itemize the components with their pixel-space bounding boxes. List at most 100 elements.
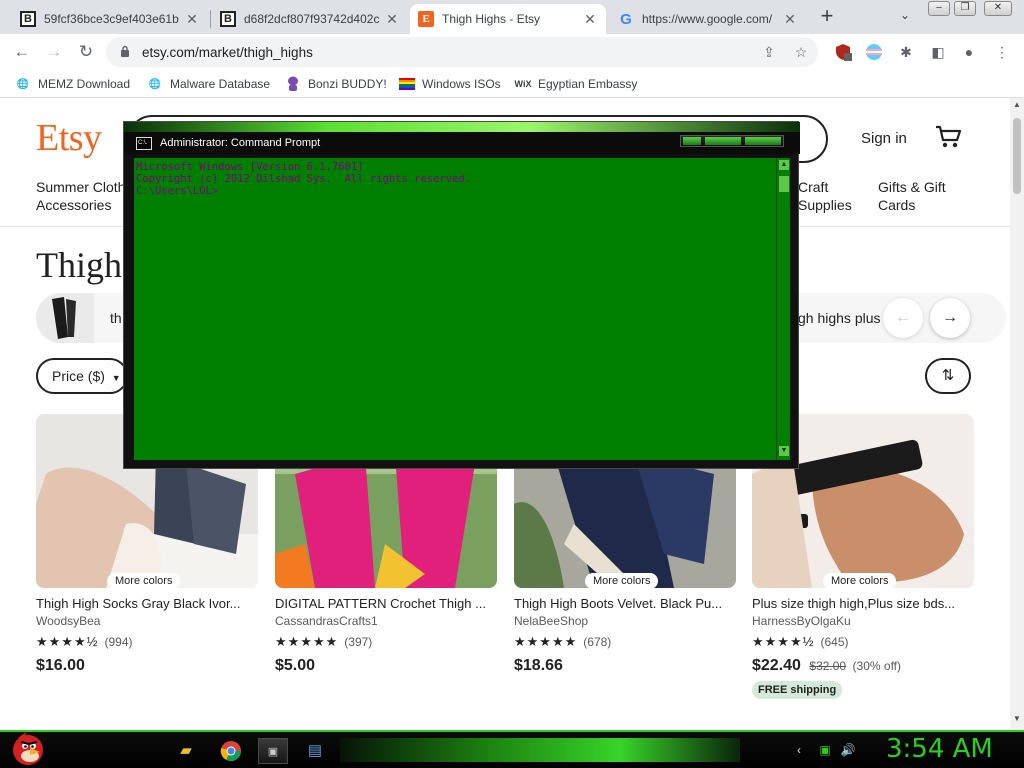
- taskbar-glow: [340, 738, 740, 762]
- side-panel-icon[interactable]: ◧: [929, 43, 947, 61]
- category-label: Summer Cloth: [36, 179, 126, 195]
- product-title[interactable]: DIGITAL PATTERN Crochet Thigh ...: [275, 596, 497, 611]
- console-output[interactable]: Microsoft Windows [Version 6.1.7601] Copy…: [134, 158, 776, 460]
- cmd-title-bar[interactable]: C:\. Administrator: Command Prompt: [124, 132, 800, 154]
- category-label: Cards: [878, 197, 916, 213]
- globe-icon: 🌐: [16, 78, 30, 90]
- command-prompt-taskbar-icon[interactable]: ▣: [258, 738, 288, 764]
- related-search-right[interactable]: gh highs plus: [798, 310, 881, 326]
- puzzle-icon[interactable]: ✱: [897, 43, 915, 61]
- category-summer-clothing[interactable]: Summer Cloth Accessories: [36, 178, 125, 214]
- bookmark-label: Egyptian Embassy: [538, 77, 638, 91]
- start-button-angry-bird-icon[interactable]: [8, 728, 48, 768]
- close-icon[interactable]: ✕: [782, 11, 798, 28]
- tab-strip: B 59fcf36bce3c9ef403e61b ✕ B d68f2dcf807…: [0, 0, 1024, 34]
- command-prompt-window[interactable]: C:\. Administrator: Command Prompt Micro…: [123, 121, 800, 469]
- bookmark-malware-database[interactable]: 🌐 Malware Database: [147, 75, 270, 93]
- scroll-up-arrow-icon[interactable]: ▲: [779, 160, 789, 170]
- shop-name[interactable]: HarnessByOlgaKu: [752, 614, 974, 628]
- bookmark-memz[interactable]: 🌐 MEMZ Download: [15, 75, 130, 93]
- scroll-up-arrow-icon[interactable]: ▲: [1012, 100, 1022, 109]
- b-icon: B: [20, 11, 36, 27]
- volume-icon[interactable]: 🔊: [840, 742, 856, 758]
- network-icon[interactable]: ▣: [817, 742, 833, 758]
- product-title[interactable]: Thigh High Boots Velvet. Black Pu...: [514, 596, 736, 611]
- tab-2[interactable]: B d68f2dcf807f93742d402c ✕: [212, 4, 408, 34]
- profile-icon[interactable]: ●: [960, 43, 978, 61]
- scrollbar-thumb[interactable]: [779, 176, 789, 192]
- back-arrow-icon[interactable]: ←: [11, 41, 33, 63]
- sort-icon[interactable]: ⇅: [925, 358, 971, 394]
- tab-3-active[interactable]: E Thigh Highs - Etsy ✕: [410, 4, 606, 34]
- tab-1[interactable]: B 59fcf36bce3c9ef403e61b ✕: [12, 4, 208, 34]
- tray-arrow-icon[interactable]: ‹: [791, 742, 807, 758]
- related-search-thumbnail[interactable]: [36, 293, 94, 343]
- forward-arrow-icon[interactable]: →: [43, 41, 65, 63]
- product-title[interactable]: Plus size thigh high,Plus size bds...: [752, 596, 974, 611]
- bookmark-windows-isos[interactable]: Windows ISOs: [399, 75, 501, 93]
- cmd-window-buttons: [680, 135, 784, 147]
- shop-name[interactable]: NelaBeeShop: [514, 614, 736, 628]
- cmd-maximize-button[interactable]: [705, 137, 741, 145]
- scroll-left-arrow-icon[interactable]: ←: [883, 298, 923, 338]
- etsy-logo[interactable]: Etsy: [36, 116, 102, 160]
- scroll-down-arrow-icon[interactable]: ▼: [1012, 714, 1022, 723]
- close-icon[interactable]: ✕: [582, 11, 598, 28]
- new-tab-button[interactable]: +: [816, 5, 838, 29]
- star-rating-icon: ★★★★½: [36, 634, 99, 649]
- scroll-right-arrow-icon[interactable]: →: [930, 298, 970, 338]
- category-label: Gifts & Gift: [878, 179, 946, 195]
- category-craft-supplies[interactable]: Craft Supplies: [798, 178, 852, 214]
- scroll-down-arrow-icon[interactable]: ▼: [779, 446, 789, 456]
- sign-in-link[interactable]: Sign in: [861, 130, 907, 147]
- bookmark-bonzi-buddy[interactable]: Bonzi BUDDY!: [285, 75, 387, 93]
- bookmark-egyptian-embassy[interactable]: WiX Egyptian Embassy: [514, 75, 638, 93]
- window-glow-border: [124, 122, 800, 132]
- shield-extension-icon[interactable]: [834, 43, 852, 61]
- category-gifts-gift-cards[interactable]: Gifts & Gift Cards: [878, 178, 946, 214]
- cmd-close-button[interactable]: [745, 137, 781, 145]
- tab-divider: [210, 10, 211, 28]
- share-icon[interactable]: ⇪: [760, 43, 778, 61]
- page-scrollbar[interactable]: ▲ ▼: [1010, 98, 1024, 730]
- minimize-button[interactable]: –: [928, 1, 950, 16]
- star-rating-icon: ★★★★★: [275, 634, 339, 649]
- scrollbar-thumb[interactable]: [1013, 118, 1021, 194]
- chevron-down-icon[interactable]: ⌄: [896, 8, 914, 26]
- close-icon[interactable]: ✕: [184, 11, 200, 28]
- close-icon[interactable]: ✕: [384, 11, 400, 28]
- folder-icon[interactable]: ▰: [171, 738, 201, 764]
- close-window-button[interactable]: ✕: [984, 1, 1012, 16]
- cart-icon[interactable]: [934, 124, 962, 150]
- price-filter-label: Price ($): [52, 368, 105, 384]
- b-icon: B: [220, 11, 236, 27]
- star-rating-icon: ★★★★★: [514, 634, 578, 649]
- cmd-scrollbar[interactable]: ▲ ▼: [776, 158, 790, 460]
- cmd-minimize-button[interactable]: [683, 137, 701, 145]
- related-search-left[interactable]: th: [110, 310, 122, 326]
- url-text[interactable]: etsy.com/market/thigh_highs: [142, 45, 313, 60]
- shop-name[interactable]: WoodsyBea: [36, 614, 258, 628]
- clock[interactable]: 3:54 AM: [886, 734, 993, 764]
- star-icon[interactable]: ☆: [792, 43, 810, 61]
- flag-extension-icon[interactable]: [865, 43, 883, 61]
- tab-title: https://www.google.com/: [642, 12, 773, 26]
- console-line: Copyright (c) 2012 Dilshad Sys. All righ…: [136, 173, 472, 185]
- reload-icon[interactable]: ↻: [75, 41, 97, 63]
- globe-icon: 🌐: [148, 78, 162, 90]
- shop-name[interactable]: CassandrasCrafts1: [275, 614, 497, 628]
- tab-4[interactable]: G https://www.google.com/ ✕: [610, 4, 806, 34]
- menu-dots-icon[interactable]: ⋮: [993, 43, 1011, 61]
- product-title[interactable]: Thigh High Socks Gray Black Ivor...: [36, 596, 258, 611]
- restore-button[interactable]: ❐: [954, 1, 976, 16]
- category-label: Craft: [798, 179, 829, 195]
- bookmark-label: Malware Database: [170, 77, 271, 91]
- chrome-icon[interactable]: [216, 738, 246, 764]
- price-filter-button[interactable]: Price ($) ▼: [36, 358, 128, 394]
- wix-icon: WiX: [514, 79, 532, 89]
- address-bar[interactable]: etsy.com/market/thigh_highs ⇪ ☆: [106, 37, 818, 67]
- monitor-icon[interactable]: ▤: [300, 738, 330, 764]
- product-price: $16.00: [36, 657, 85, 674]
- free-shipping-badge: FREE shipping: [752, 681, 843, 699]
- rating-count: (678): [583, 635, 612, 649]
